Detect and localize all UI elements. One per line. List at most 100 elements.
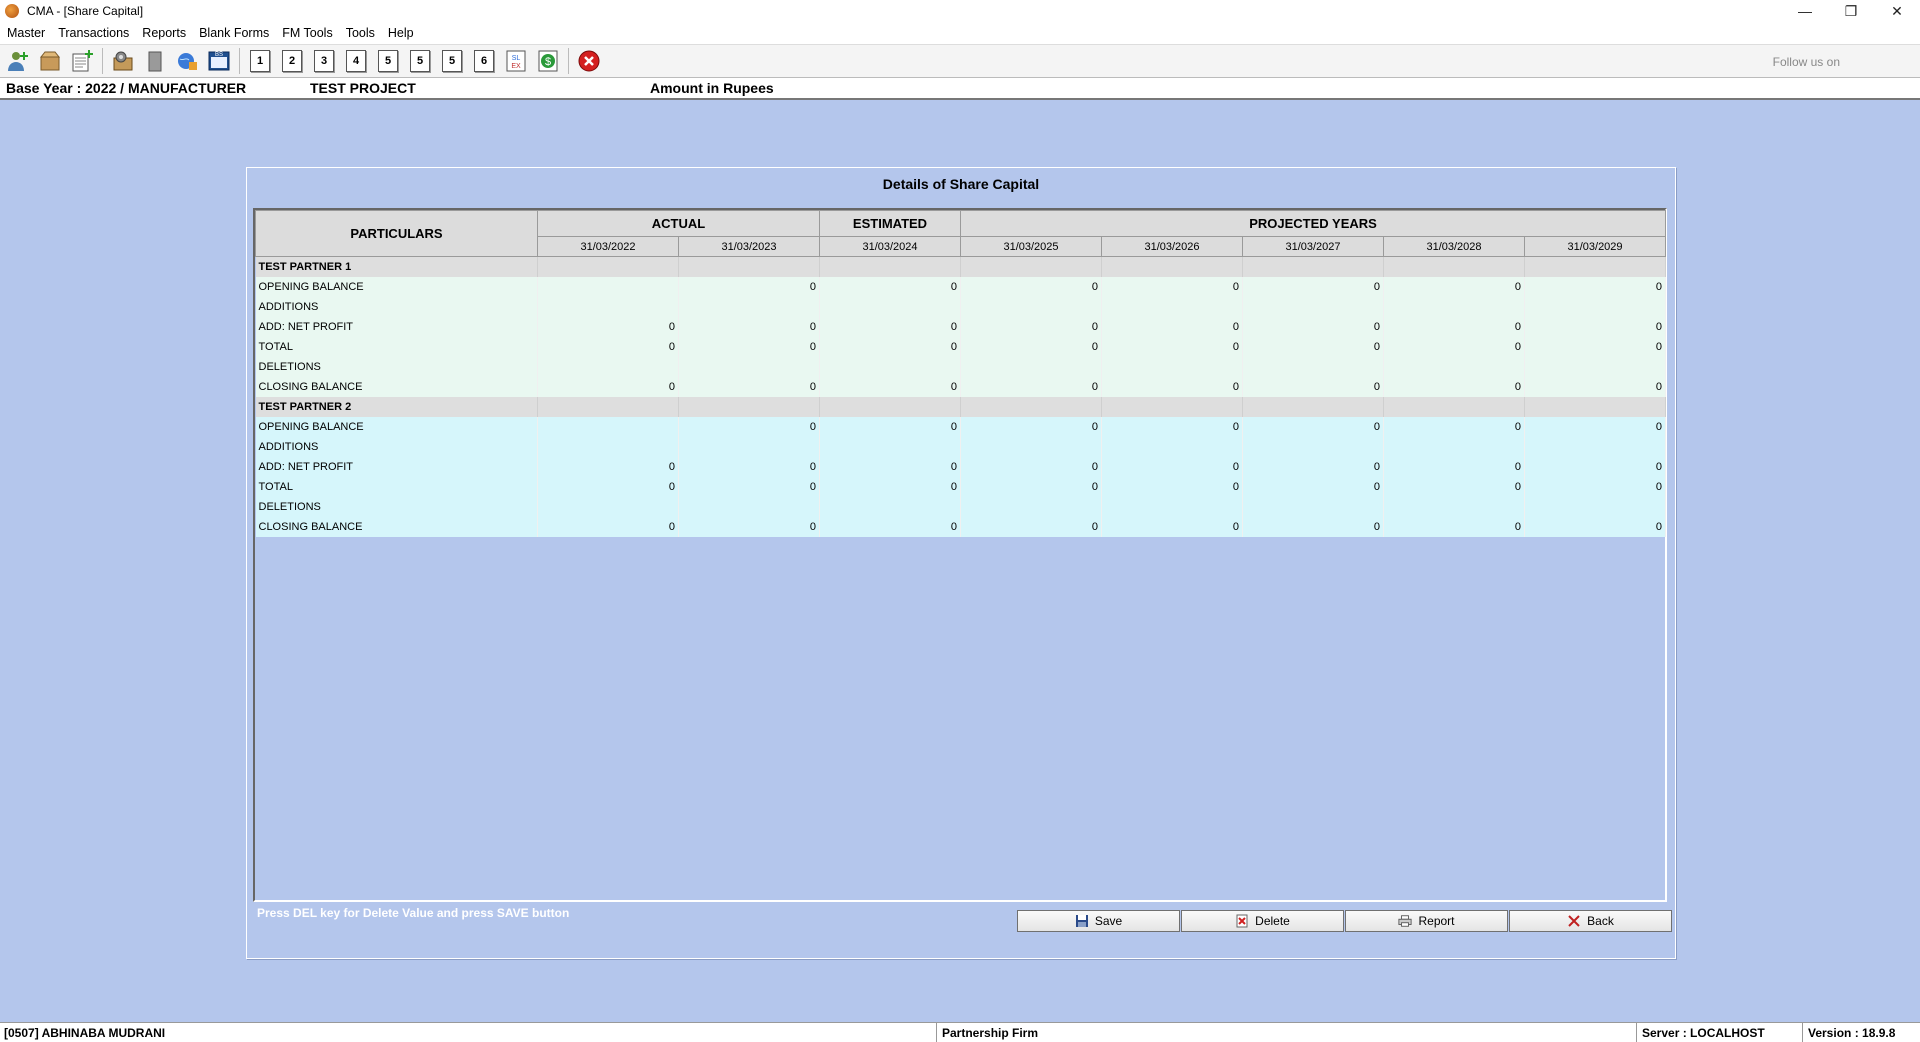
value-cell[interactable]: 0	[537, 516, 679, 537]
globe-icon[interactable]	[173, 47, 201, 75]
value-cell[interactable]: 0	[819, 476, 961, 497]
value-cell[interactable]	[1524, 496, 1667, 517]
value-cell[interactable]	[537, 436, 679, 457]
value-cell[interactable]: 0	[1524, 416, 1667, 437]
save-button[interactable]: Save	[1017, 910, 1180, 932]
menu-master[interactable]: Master	[3, 26, 54, 40]
value-cell[interactable]	[819, 436, 961, 457]
close-window-button[interactable]: ✕	[1874, 0, 1920, 22]
form-5-icon[interactable]: 5	[406, 47, 434, 75]
value-cell[interactable]	[960, 496, 1102, 517]
value-cell[interactable]	[537, 496, 679, 517]
back-button[interactable]: Back	[1509, 910, 1672, 932]
value-cell[interactable]: 0	[1101, 276, 1243, 297]
value-cell[interactable]	[1101, 436, 1243, 457]
value-cell[interactable]	[537, 296, 679, 317]
value-cell[interactable]: 0	[678, 276, 820, 297]
value-cell[interactable]	[537, 276, 679, 297]
value-cell[interactable]: 0	[960, 476, 1102, 497]
value-cell[interactable]: 0	[1242, 276, 1384, 297]
value-cell[interactable]: 0	[1383, 276, 1525, 297]
restore-button[interactable]: ❐	[1828, 0, 1874, 22]
form-5-icon[interactable]: 5	[438, 47, 466, 75]
value-cell[interactable]: 0	[819, 316, 961, 337]
form-3-icon[interactable]: 3	[310, 47, 338, 75]
value-cell[interactable]: 0	[1242, 456, 1384, 477]
delete-button[interactable]: Delete	[1181, 910, 1344, 932]
dollar-icon[interactable]: $	[534, 47, 562, 75]
value-cell[interactable]: 0	[1383, 336, 1525, 357]
value-cell[interactable]: 0	[960, 276, 1102, 297]
value-cell[interactable]: 0	[678, 316, 820, 337]
value-cell[interactable]: 0	[1242, 416, 1384, 437]
menu-transactions[interactable]: Transactions	[54, 26, 138, 40]
value-cell[interactable]: 0	[1524, 456, 1667, 477]
value-cell[interactable]	[1101, 496, 1243, 517]
value-cell[interactable]: 0	[819, 516, 961, 537]
value-cell[interactable]: 0	[819, 336, 961, 357]
value-cell[interactable]: 0	[1242, 516, 1384, 537]
value-cell[interactable]	[1242, 356, 1384, 377]
value-cell[interactable]	[1242, 436, 1384, 457]
value-cell[interactable]: 0	[1383, 416, 1525, 437]
value-cell[interactable]: 0	[1383, 456, 1525, 477]
value-cell[interactable]: 0	[1524, 336, 1667, 357]
value-cell[interactable]: 0	[678, 376, 820, 397]
value-cell[interactable]: 0	[537, 456, 679, 477]
menu-blank-forms[interactable]: Blank Forms	[195, 26, 278, 40]
value-cell[interactable]: 0	[1524, 276, 1667, 297]
value-cell[interactable]: 0	[1524, 516, 1667, 537]
value-cell[interactable]: 0	[1383, 376, 1525, 397]
value-cell[interactable]	[678, 356, 820, 377]
value-cell[interactable]: 0	[1242, 476, 1384, 497]
value-cell[interactable]	[1524, 296, 1667, 317]
value-cell[interactable]: 0	[1101, 376, 1243, 397]
value-cell[interactable]: 0	[678, 336, 820, 357]
value-cell[interactable]: 0	[1101, 476, 1243, 497]
value-cell[interactable]	[1101, 296, 1243, 317]
value-cell[interactable]	[1524, 356, 1667, 377]
form-4-icon[interactable]: 4	[342, 47, 370, 75]
value-cell[interactable]: 0	[960, 376, 1102, 397]
boxes-icon[interactable]	[36, 47, 64, 75]
exit-icon[interactable]	[575, 47, 603, 75]
value-cell[interactable]: 0	[819, 276, 961, 297]
value-cell[interactable]	[1383, 436, 1525, 457]
value-cell[interactable]	[678, 496, 820, 517]
value-cell[interactable]: 0	[678, 476, 820, 497]
value-cell[interactable]	[1383, 496, 1525, 517]
value-cell[interactable]: 0	[1101, 456, 1243, 477]
value-cell[interactable]: 0	[1524, 376, 1667, 397]
value-cell[interactable]: 0	[1101, 416, 1243, 437]
value-cell[interactable]: 0	[678, 516, 820, 537]
value-cell[interactable]: 0	[537, 476, 679, 497]
value-cell[interactable]: 0	[960, 416, 1102, 437]
minimize-button[interactable]: —	[1782, 0, 1828, 22]
value-cell[interactable]: 0	[1101, 316, 1243, 337]
spreadsheet-icon[interactable]: SL EX	[502, 47, 530, 75]
value-cell[interactable]: 0	[819, 456, 961, 477]
value-cell[interactable]: 0	[1242, 336, 1384, 357]
value-cell[interactable]	[1242, 296, 1384, 317]
value-cell[interactable]	[1383, 356, 1525, 377]
value-cell[interactable]	[1524, 436, 1667, 457]
value-cell[interactable]: 0	[678, 456, 820, 477]
menu-help[interactable]: Help	[384, 26, 423, 40]
menu-tools[interactable]: Tools	[342, 26, 384, 40]
share-capital-grid[interactable]: PARTICULARS ACTUAL ESTIMATED PROJECTED Y…	[253, 208, 1667, 902]
value-cell[interactable]	[960, 356, 1102, 377]
value-cell[interactable]: 0	[960, 516, 1102, 537]
value-cell[interactable]: 0	[960, 456, 1102, 477]
value-cell[interactable]: 0	[1524, 476, 1667, 497]
balance-sheet-icon[interactable]: BS	[205, 47, 233, 75]
value-cell[interactable]: 0	[960, 336, 1102, 357]
value-cell[interactable]	[678, 436, 820, 457]
value-cell[interactable]	[819, 496, 961, 517]
value-cell[interactable]: 0	[1101, 336, 1243, 357]
value-cell[interactable]	[1383, 296, 1525, 317]
value-cell[interactable]: 0	[819, 376, 961, 397]
value-cell[interactable]: 0	[1242, 316, 1384, 337]
value-cell[interactable]	[819, 356, 961, 377]
value-cell[interactable]: 0	[537, 316, 679, 337]
form-1-icon[interactable]: 1	[246, 47, 274, 75]
